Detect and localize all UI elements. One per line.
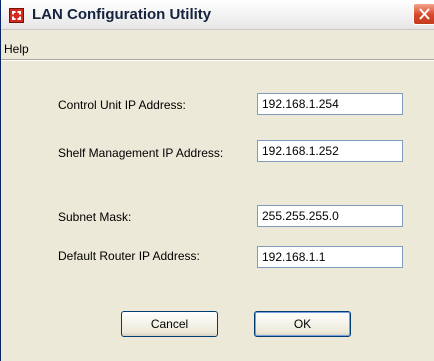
control-unit-ip-label: Control Unit IP Address: xyxy=(58,98,186,112)
shelf-management-ip-label: Shelf Management IP Address: xyxy=(58,146,224,160)
subnet-mask-label: Subnet Mask: xyxy=(58,210,132,224)
close-icon xyxy=(419,8,430,20)
cancel-button[interactable]: Cancel xyxy=(121,311,218,337)
lan-config-window: LAN Configuration Utility Help Control U… xyxy=(0,0,434,361)
subnet-mask-field[interactable]: 255.255.255.0 xyxy=(257,205,403,227)
ok-button[interactable]: OK xyxy=(254,311,351,337)
menu-help[interactable]: Help xyxy=(4,42,29,56)
default-router-ip-label: Default Router IP Address: xyxy=(58,249,200,263)
control-unit-ip-field[interactable]: 192.168.1.254 xyxy=(257,93,403,115)
default-router-ip-field[interactable]: 192.168.1.1 xyxy=(257,246,403,268)
shelf-management-ip-field[interactable]: 192.168.1.252 xyxy=(257,140,403,162)
title-bar[interactable]: LAN Configuration Utility xyxy=(1,0,434,30)
window-title: LAN Configuration Utility xyxy=(32,6,212,23)
app-icon xyxy=(9,8,24,23)
close-button[interactable] xyxy=(413,3,434,25)
menu-bar: Help xyxy=(1,40,434,59)
menu-divider xyxy=(1,59,434,61)
